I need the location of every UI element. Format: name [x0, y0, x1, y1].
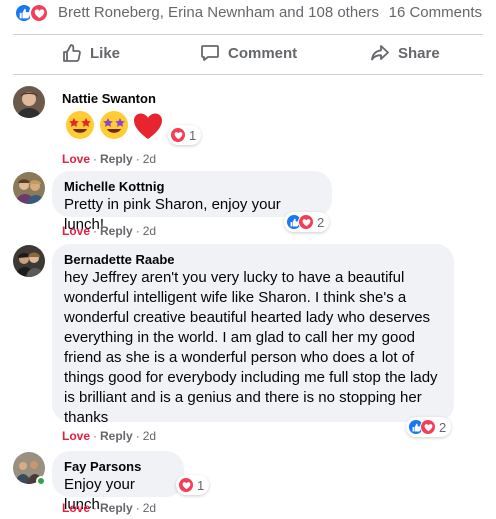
- share-button[interactable]: Share: [370, 38, 440, 68]
- love-reaction-icon: [178, 477, 194, 493]
- reaction-icons[interactable]: [14, 3, 54, 23]
- love-reaction-icon: [170, 127, 186, 143]
- love-link[interactable]: Love: [62, 224, 90, 238]
- thumbs-up-icon: [63, 44, 81, 62]
- comment-reaction-count[interactable]: 2: [406, 417, 452, 437]
- reply-link[interactable]: Reply: [100, 152, 133, 166]
- comment-time[interactable]: 2d: [143, 152, 156, 166]
- comment-meta: Love · Reply · 2d: [62, 429, 157, 443]
- star-struck-emoji-icon: [100, 111, 128, 139]
- comment-author[interactable]: Michelle Kottnig: [64, 179, 320, 195]
- speech-bubble-icon: [201, 45, 219, 61]
- comment-time[interactable]: 2d: [143, 429, 156, 443]
- actions-divider: [13, 74, 483, 75]
- reply-link[interactable]: Reply: [100, 501, 133, 515]
- avatar[interactable]: [13, 86, 45, 118]
- reply-link[interactable]: Reply: [100, 429, 133, 443]
- share-arrow-icon: [371, 45, 389, 61]
- comment-button[interactable]: Comment: [200, 38, 297, 68]
- comment-meta: Love · Reply · 2d: [62, 224, 157, 238]
- comment-meta: Love · Reply · 2d: [62, 152, 157, 166]
- comment-reaction-count[interactable]: 2: [284, 212, 330, 232]
- comment-author[interactable]: Fay Parsons: [64, 459, 172, 475]
- avatar[interactable]: [13, 245, 45, 277]
- comment-author[interactable]: Nattie Swanton: [62, 91, 156, 107]
- like-button[interactable]: Like: [62, 38, 120, 68]
- love-link[interactable]: Love: [62, 501, 90, 515]
- reaction-count-number: 1: [189, 127, 197, 143]
- comment-reaction-count[interactable]: 1: [176, 475, 210, 495]
- comment-author[interactable]: Bernadette Raabe: [64, 252, 442, 268]
- like-label: Like: [90, 44, 121, 62]
- reactions-summary: Brett Roneberg, Erina Newnham and 108 ot…: [0, 0, 496, 26]
- reaction-count-number: 1: [197, 477, 205, 493]
- avatar[interactable]: [13, 172, 45, 204]
- love-link[interactable]: Love: [62, 429, 90, 443]
- comment-bubble: Michelle Kottnig Pretty in pink Sharon, …: [52, 171, 332, 233]
- comment-bubble: Fay Parsons Enjoy your lunch: [52, 451, 184, 513]
- love-link[interactable]: Love: [62, 152, 90, 166]
- star-struck-emoji-icon: [66, 111, 94, 139]
- comment-label: Comment: [228, 44, 298, 62]
- reaction-count-number: 2: [439, 419, 447, 435]
- love-reaction-icon: [420, 419, 436, 435]
- top-divider: [13, 34, 483, 35]
- share-label: Share: [398, 44, 440, 62]
- comment-time[interactable]: 2d: [143, 501, 156, 515]
- comment-reaction-count[interactable]: 1: [168, 125, 202, 145]
- comment-meta: Love · Reply · 2d: [62, 501, 157, 515]
- comment-text: hey Jeffrey aren't you very lucky to hav…: [64, 269, 438, 426]
- action-bar: Like Comment Share: [0, 38, 496, 68]
- love-reaction-icon: [298, 214, 314, 230]
- love-reaction-icon: [29, 3, 49, 23]
- red-heart-emoji-icon: [134, 113, 162, 139]
- online-status-indicator: [36, 476, 46, 486]
- reaction-count-number: 2: [317, 214, 325, 230]
- comment-bubble: Bernadette Raabe hey Jeffrey aren't you …: [52, 244, 454, 426]
- reactors-names[interactable]: Brett Roneberg, Erina Newnham and 108 ot…: [58, 4, 379, 21]
- comment-count[interactable]: 16 Comments: [389, 4, 482, 21]
- reply-link[interactable]: Reply: [100, 224, 133, 238]
- comment-time[interactable]: 2d: [143, 224, 156, 238]
